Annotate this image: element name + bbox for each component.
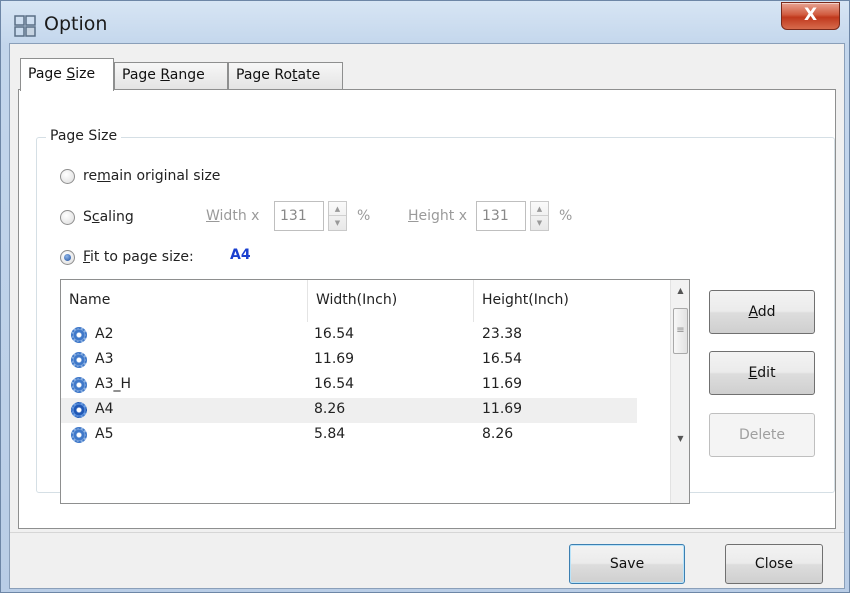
remain-original-size-option[interactable]: remain original size: [60, 165, 220, 187]
fit-size-value: A4: [230, 247, 251, 263]
width-scale-input[interactable]: 131: [274, 201, 324, 231]
height-percent-label: %: [559, 208, 573, 224]
scroll-thumb[interactable]: ≡: [673, 308, 688, 354]
scaling-option[interactable]: Scaling: [60, 206, 134, 228]
gear-icon: [71, 327, 87, 343]
radio-fit[interactable]: [60, 249, 75, 265]
group-title: Page Size: [46, 128, 122, 144]
width-scale-label: Width x: [206, 208, 260, 224]
spin-up-icon[interactable]: ▲: [329, 202, 346, 216]
list-header: Name Width(Inch) Height(Inch): [61, 280, 671, 322]
spin-down-icon[interactable]: ▼: [531, 216, 548, 230]
close-icon: X: [803, 5, 818, 25]
table-row[interactable]: A3_H 16.54 11.69: [61, 373, 637, 398]
height-scale-label: Height x: [408, 208, 468, 224]
table-row-selected[interactable]: A4 8.26 11.69: [61, 398, 637, 423]
spin-down-icon[interactable]: ▼: [329, 216, 346, 230]
table-row[interactable]: A5 5.84 8.26: [61, 423, 637, 448]
list-scrollbar[interactable]: ▲ ≡ ▼: [670, 280, 689, 503]
table-row[interactable]: A3 11.69 16.54: [61, 348, 637, 373]
height-scale-stepper[interactable]: ▲ ▼: [530, 201, 549, 231]
column-height[interactable]: Height(Inch): [474, 280, 671, 322]
footer-divider: [10, 532, 844, 533]
fit-to-page-option[interactable]: Fit to page size:: [60, 246, 194, 268]
spin-up-icon[interactable]: ▲: [531, 202, 548, 216]
width-scale-stepper[interactable]: ▲ ▼: [328, 201, 347, 231]
gear-icon: [71, 352, 87, 368]
edit-button[interactable]: Edit: [709, 351, 815, 395]
height-scale-input[interactable]: 131: [476, 201, 526, 231]
gear-icon: [71, 377, 87, 393]
close-window-button[interactable]: X: [781, 2, 840, 30]
gear-icon: [71, 427, 87, 443]
radio-remain[interactable]: [60, 168, 75, 184]
scroll-down-icon[interactable]: ▼: [671, 430, 689, 447]
tab-page-size[interactable]: Page Size: [20, 58, 114, 91]
column-name[interactable]: Name: [61, 280, 308, 322]
app-grid-icon: [14, 15, 36, 37]
save-button[interactable]: Save: [569, 544, 685, 584]
column-width[interactable]: Width(Inch): [308, 280, 474, 322]
gear-icon: [71, 402, 87, 418]
delete-button[interactable]: Delete: [709, 413, 815, 457]
page-size-list[interactable]: Name Width(Inch) Height(Inch) A2 16.54 2…: [60, 279, 690, 504]
tab-page-range[interactable]: Page Range: [114, 62, 228, 89]
option-dialog: Option X Page Size Page Range Page Rotat…: [0, 0, 850, 593]
width-percent-label: %: [357, 208, 371, 224]
table-row[interactable]: A2 16.54 23.38: [61, 323, 637, 348]
dialog-body: Page Size Page Range Page Rotate Page Si…: [9, 43, 845, 589]
add-button[interactable]: Add: [709, 290, 815, 334]
radio-scaling[interactable]: [60, 209, 75, 225]
window-title: Option: [44, 13, 108, 35]
scroll-up-icon[interactable]: ▲: [671, 282, 689, 299]
title-bar[interactable]: Option X: [1, 1, 849, 43]
tab-page-rotate[interactable]: Page Rotate: [228, 62, 343, 89]
close-button[interactable]: Close: [725, 544, 823, 584]
